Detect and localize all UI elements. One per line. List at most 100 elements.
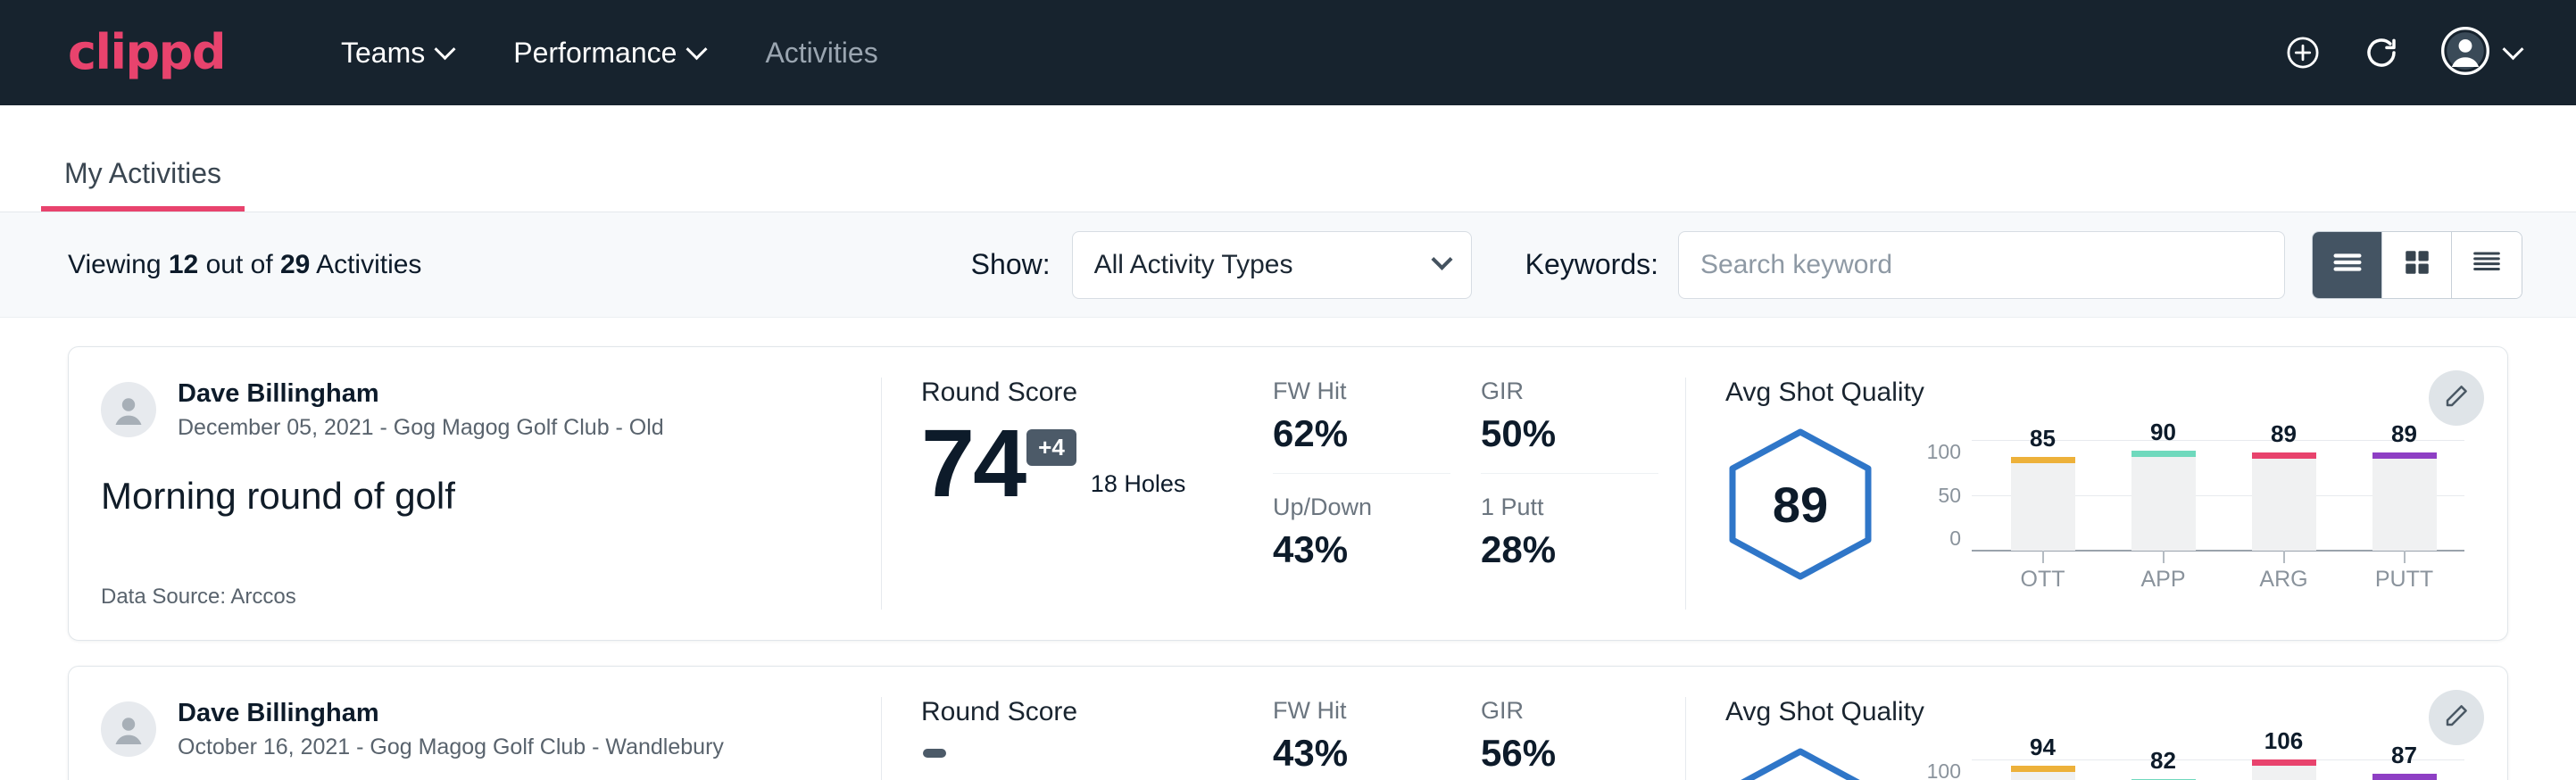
activity-identity: Dave Billingham October 16, 2021 - Gog M… (69, 697, 881, 780)
edit-activity-button[interactable] (2429, 690, 2484, 745)
activity-type-select[interactable]: All Activity Types (1072, 231, 1472, 299)
tab-label: My Activities (64, 157, 221, 189)
stat-up-down: Up/Down 43% (1273, 494, 1450, 577)
chart-bars: 948210687 (1982, 759, 2464, 780)
nav-item-label: Teams (341, 37, 425, 70)
refresh-icon[interactable] (2363, 34, 2400, 71)
chart-y-axis: 100 50 0 (1915, 759, 1972, 780)
round-stats-section: FW Hit 62% GIR 50% Up/Down 43% 1 Putt 28… (1266, 378, 1685, 610)
activity-list: Dave Billingham December 05, 2021 - Gog … (0, 318, 2576, 780)
bar-value-label: 90 (2150, 419, 2176, 446)
round-score-section: Round Score 74 +4 18 Holes (882, 378, 1266, 610)
x-tick-label: OTT (2011, 567, 2075, 593)
list-view-button[interactable] (2313, 232, 2382, 298)
data-source-label: Data Source: Arccos (101, 549, 845, 610)
activity-identity: Dave Billingham December 05, 2021 - Gog … (69, 378, 881, 610)
activity-card[interactable]: Dave Billingham October 16, 2021 - Gog M… (68, 666, 2508, 780)
bar-cap (2372, 452, 2437, 459)
avatar-icon (2441, 27, 2489, 79)
bar-value-label: 94 (2030, 734, 2056, 761)
viewing-mid: out of (206, 250, 273, 279)
nav-item-label: Activities (765, 37, 877, 70)
chevron-down-icon (1431, 249, 1452, 270)
viewing-total: 29 (280, 250, 310, 279)
stat-label: Up/Down (1273, 494, 1450, 521)
add-circle-icon[interactable] (2284, 34, 2322, 71)
chevron-down-icon (686, 38, 708, 60)
compact-view-button[interactable] (2452, 232, 2522, 298)
stat-fw-hit: FW Hit 62% (1273, 378, 1450, 474)
stat-value: 50% (1481, 412, 1658, 455)
stat-gir: GIR 50% (1481, 378, 1658, 474)
nav-item-label: Performance (513, 37, 677, 70)
bar-cap (2011, 766, 2075, 772)
stat-fw-hit: FW Hit 43% (1273, 697, 1450, 780)
chart-x-ticks (1982, 551, 2464, 563)
shot-quality-bar-chart: 100 50 0 85908989 OTTAPPARGPUTT (1915, 424, 2464, 585)
nav-item-teams[interactable]: Teams (311, 37, 483, 70)
bar-cap (2011, 457, 2075, 463)
list-view-icon (2330, 245, 2365, 285)
player-header: Dave Billingham December 05, 2021 - Gog … (101, 378, 845, 443)
nav-item-activities[interactable]: Activities (735, 37, 908, 70)
chart-plot-area: 948210687 OTTAPPARGPUTT (1972, 743, 2464, 780)
stat-label: 1 Putt (1481, 494, 1658, 521)
avg-shot-quality-label: Avg Shot Quality (1725, 697, 2464, 727)
activity-title: Morning round of golf (101, 475, 845, 518)
activity-count-summary: Viewing 12 out of 29 Activities (68, 250, 421, 280)
bar-cap (2252, 759, 2316, 766)
viewing-prefix: Viewing (68, 250, 162, 279)
bar-putt: 89 (2372, 452, 2437, 551)
bar-value-label: 89 (2391, 420, 2417, 448)
edit-activity-button[interactable] (2429, 370, 2484, 426)
player-header: Dave Billingham October 16, 2021 - Gog M… (101, 697, 845, 762)
player-name: Dave Billingham (178, 378, 664, 410)
keywords-label: Keywords: (1525, 248, 1658, 281)
bar-body (2011, 463, 2075, 551)
stat-value: 56% (1481, 732, 1658, 775)
avg-shot-quality-hexagon (1725, 746, 1875, 780)
avg-shot-quality-hexagon: 89 (1725, 427, 1875, 582)
bar-value-label: 87 (2391, 742, 2417, 769)
stat-label: GIR (1481, 697, 1658, 725)
y-tick: 50 (1938, 484, 1961, 508)
bar-cap (2252, 452, 2316, 459)
x-tick-label: ARG (2252, 567, 2316, 593)
score-to-par-badge: +4 (1026, 429, 1076, 466)
grid-view-button[interactable] (2382, 232, 2452, 298)
stat-label: FW Hit (1273, 378, 1450, 405)
avatar (101, 382, 156, 437)
search-input[interactable] (1678, 231, 2285, 299)
show-label: Show: (971, 248, 1051, 281)
bar-body (2131, 457, 2196, 551)
tab-bar: My Activities (0, 105, 2576, 212)
stat-value: 62% (1273, 412, 1450, 455)
bar-putt: 87 (2372, 774, 2437, 780)
activity-meta: October 16, 2021 - Gog Magog Golf Club -… (178, 733, 724, 762)
nav-item-performance[interactable]: Performance (483, 37, 735, 70)
tab-my-activities[interactable]: My Activities (41, 157, 245, 212)
activity-card[interactable]: Dave Billingham December 05, 2021 - Gog … (68, 346, 2508, 641)
bar-body (2372, 459, 2437, 551)
chart-y-axis: 100 50 0 (1915, 440, 1972, 551)
y-tick: 100 (1927, 759, 1961, 780)
user-menu-button[interactable] (2441, 27, 2521, 79)
filter-bar: Viewing 12 out of 29 Activities Show: Al… (0, 212, 2576, 318)
bar-arg: 89 (2252, 452, 2316, 551)
shot-quality-section: Avg Shot Quality 100 50 0 (1686, 697, 2507, 780)
bar-value-label: 85 (2030, 425, 2056, 452)
app-logo[interactable]: clippd (68, 29, 225, 77)
round-stats-section: FW Hit 43% GIR 56% (1266, 697, 1685, 780)
player-name: Dave Billingham (178, 697, 724, 729)
x-tick-label: PUTT (2372, 567, 2437, 593)
chart-bars: 85908989 (1982, 440, 2464, 551)
view-mode-toggle (2312, 231, 2522, 299)
avg-shot-quality-value: 89 (1725, 427, 1875, 582)
y-tick: 100 (1927, 440, 1961, 464)
y-tick: 0 (1949, 527, 1961, 551)
round-score-section: Round Score (882, 697, 1266, 780)
bar-cap (2372, 774, 2437, 780)
stat-label: FW Hit (1273, 697, 1450, 725)
chevron-down-icon (2502, 38, 2523, 60)
primary-nav: Teams Performance Activities (311, 37, 909, 70)
